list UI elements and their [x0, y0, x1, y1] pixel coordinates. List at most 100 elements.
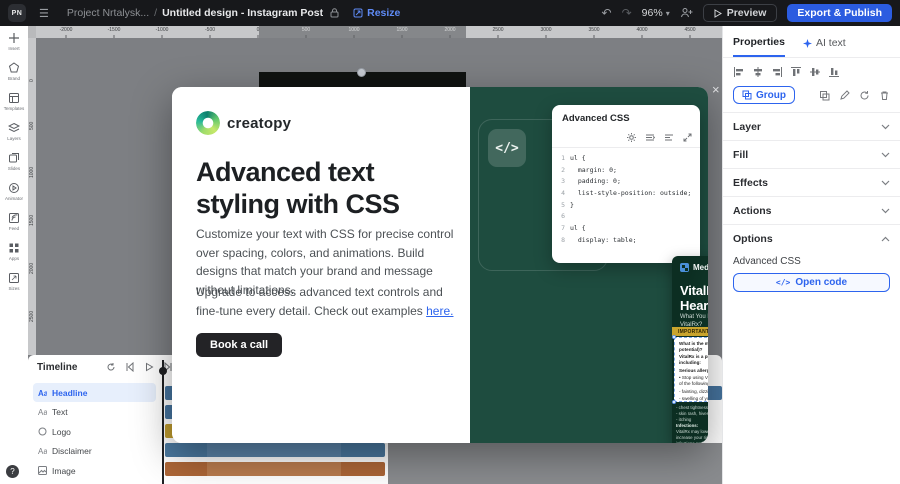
resize-label: Resize	[367, 7, 401, 19]
resize-button[interactable]: Resize	[353, 7, 400, 19]
section-layer[interactable]: Layer	[723, 112, 900, 140]
section-fill[interactable]: Fill	[723, 140, 900, 168]
wrap-lines-icon[interactable]	[645, 133, 655, 142]
sidebar-item-brand[interactable]: Brand	[0, 62, 28, 81]
brand-name: creatopy	[227, 114, 292, 132]
code-text: list-style-position: outside;	[570, 189, 692, 198]
upgrade-modal: creatopy Advanced text styling with CSS …	[172, 87, 708, 443]
group-button[interactable]: Group	[733, 86, 795, 104]
playhead-handle[interactable]	[159, 367, 167, 375]
align-right-icon[interactable]	[771, 66, 783, 78]
play-icon	[714, 8, 722, 18]
redo-icon[interactable]: ↷	[622, 7, 632, 19]
code-line: 2 margin: 0;	[552, 165, 700, 177]
tab-ai-text[interactable]: AI text	[802, 37, 846, 56]
animator-icon	[8, 182, 20, 194]
sidebar-item-feed[interactable]: Feed	[0, 212, 28, 231]
sidebar-item-slides[interactable]: Slides	[0, 152, 28, 171]
lock-icon[interactable]	[330, 8, 339, 18]
play-icon[interactable]	[144, 362, 154, 372]
timeline-row-headline[interactable]: Aa Headline	[33, 383, 156, 402]
rotate-icon[interactable]	[859, 90, 870, 101]
export-publish-button[interactable]: Export & Publish	[787, 4, 892, 22]
open-code-button[interactable]: </> Open code	[733, 273, 890, 292]
align-center-h-icon[interactable]	[752, 66, 764, 78]
expand-icon[interactable]	[683, 133, 692, 142]
preview-button[interactable]: Preview	[702, 4, 778, 22]
book-a-call-button[interactable]: Book a call	[196, 333, 283, 357]
sidebar-item-insert[interactable]: Insert	[0, 32, 28, 51]
ruler-tick-label: 1000	[348, 27, 360, 33]
prev-keyframe-icon[interactable]	[125, 362, 135, 372]
edit-icon[interactable]	[839, 89, 850, 101]
timeline-row-logo[interactable]: Logo	[28, 422, 163, 441]
format-code-icon[interactable]	[664, 133, 674, 142]
position-icon[interactable]	[803, 91, 811, 99]
code-icon: </>	[775, 278, 791, 287]
sidebar-item-sizes[interactable]: Sizes	[0, 272, 28, 291]
line-number: 2	[561, 165, 565, 174]
delete-icon[interactable]	[879, 90, 890, 101]
code-editor[interactable]: 1 ul {2 margin: 0; 3 padding: 0; 4 list-sty…	[552, 148, 700, 247]
timeline-row-image[interactable]: Image	[28, 461, 163, 480]
paragraph-2-text: Upgrade to access advanced text controls…	[196, 285, 443, 318]
align-bottom-icon[interactable]	[828, 66, 840, 78]
tab-properties[interactable]: Properties	[733, 36, 785, 57]
playhead-line[interactable]	[162, 360, 164, 484]
ruler-tick	[113, 35, 115, 38]
section-label: Effects	[733, 176, 769, 189]
advanced-css-panel: Advanced CSS 1 ul {2 margin: 0; 3 padding:…	[552, 105, 700, 263]
loop-icon[interactable]	[106, 362, 116, 372]
document-title[interactable]: Untitled design - Instagram Post	[162, 7, 323, 19]
modal-content: creatopy Advanced text styling with CSS …	[172, 87, 470, 443]
timeline-title: Timeline	[37, 362, 78, 373]
zoom-level-dropdown[interactable]: 96% ▾	[642, 7, 670, 19]
timeline-row-disclaimer[interactable]: Aa Disclaimer	[28, 442, 163, 461]
hamburger-menu-icon[interactable]: ☰	[39, 7, 49, 20]
sidebar-item-animator[interactable]: Animator	[0, 182, 28, 201]
advanced-css-label: Advanced CSS	[733, 256, 801, 267]
ad-safety-textbox[interactable]: What is the most important information I…	[674, 337, 708, 402]
align-top-icon[interactable]	[790, 66, 802, 78]
align-left-icon[interactable]	[733, 66, 745, 78]
ruler-tick	[593, 35, 595, 38]
sidebar-item-layers[interactable]: Layers	[0, 122, 28, 141]
timeline-bar-disclaimer[interactable]	[165, 443, 385, 457]
sidebar-items: Insert Brand Templates Layers Slides Animator…	[0, 32, 28, 302]
selection-handle[interactable]	[672, 400, 676, 404]
project-name[interactable]: Project Nrtalysk...	[67, 7, 149, 19]
theme-icon[interactable]	[627, 133, 636, 142]
sidebar-item-label: Sizes	[8, 286, 20, 291]
ruler-tick	[497, 35, 499, 38]
undo-icon[interactable]: ↶	[602, 7, 612, 19]
help-button[interactable]: ?	[6, 465, 19, 478]
section-label: Actions	[733, 204, 772, 217]
topbar-actions: ↶ ↷ 96% ▾ Preview Export & Publish	[602, 0, 892, 26]
duplicate-icon[interactable]	[819, 90, 830, 101]
section-effects[interactable]: Effects	[723, 168, 900, 196]
modal-close-icon[interactable]: ×	[712, 82, 720, 97]
ruler-tick-label: -1000	[155, 27, 169, 33]
timeline-row-text[interactable]: Aa Text	[28, 403, 163, 422]
examples-link[interactable]: here.	[426, 304, 453, 318]
section-options[interactable]: Options	[723, 224, 900, 252]
app-logo[interactable]: PN	[8, 4, 26, 22]
align-middle-icon[interactable]	[809, 66, 821, 78]
feed-icon	[8, 212, 20, 224]
modal-heading: Advanced text styling with CSS	[196, 157, 400, 219]
timeline-bar-image[interactable]	[165, 462, 385, 476]
group-label: Group	[756, 89, 786, 101]
svg-text:Aa: Aa	[38, 389, 47, 397]
sidebar-item-templates[interactable]: Templates	[0, 92, 28, 111]
text-icon: Aa	[38, 447, 47, 455]
artboard-resize-handle[interactable]	[357, 68, 366, 77]
open-code-label: Open code	[795, 277, 848, 288]
selection-handle[interactable]	[672, 335, 676, 339]
line-number: 8	[561, 235, 565, 244]
timeline-offzone	[388, 443, 722, 484]
ruler-tick-label: -500	[204, 27, 216, 33]
sidebar-item-apps[interactable]: Apps	[0, 242, 28, 261]
invite-user-icon[interactable]	[680, 7, 693, 19]
chevron-down-icon	[881, 152, 890, 158]
section-actions[interactable]: Actions	[723, 196, 900, 224]
